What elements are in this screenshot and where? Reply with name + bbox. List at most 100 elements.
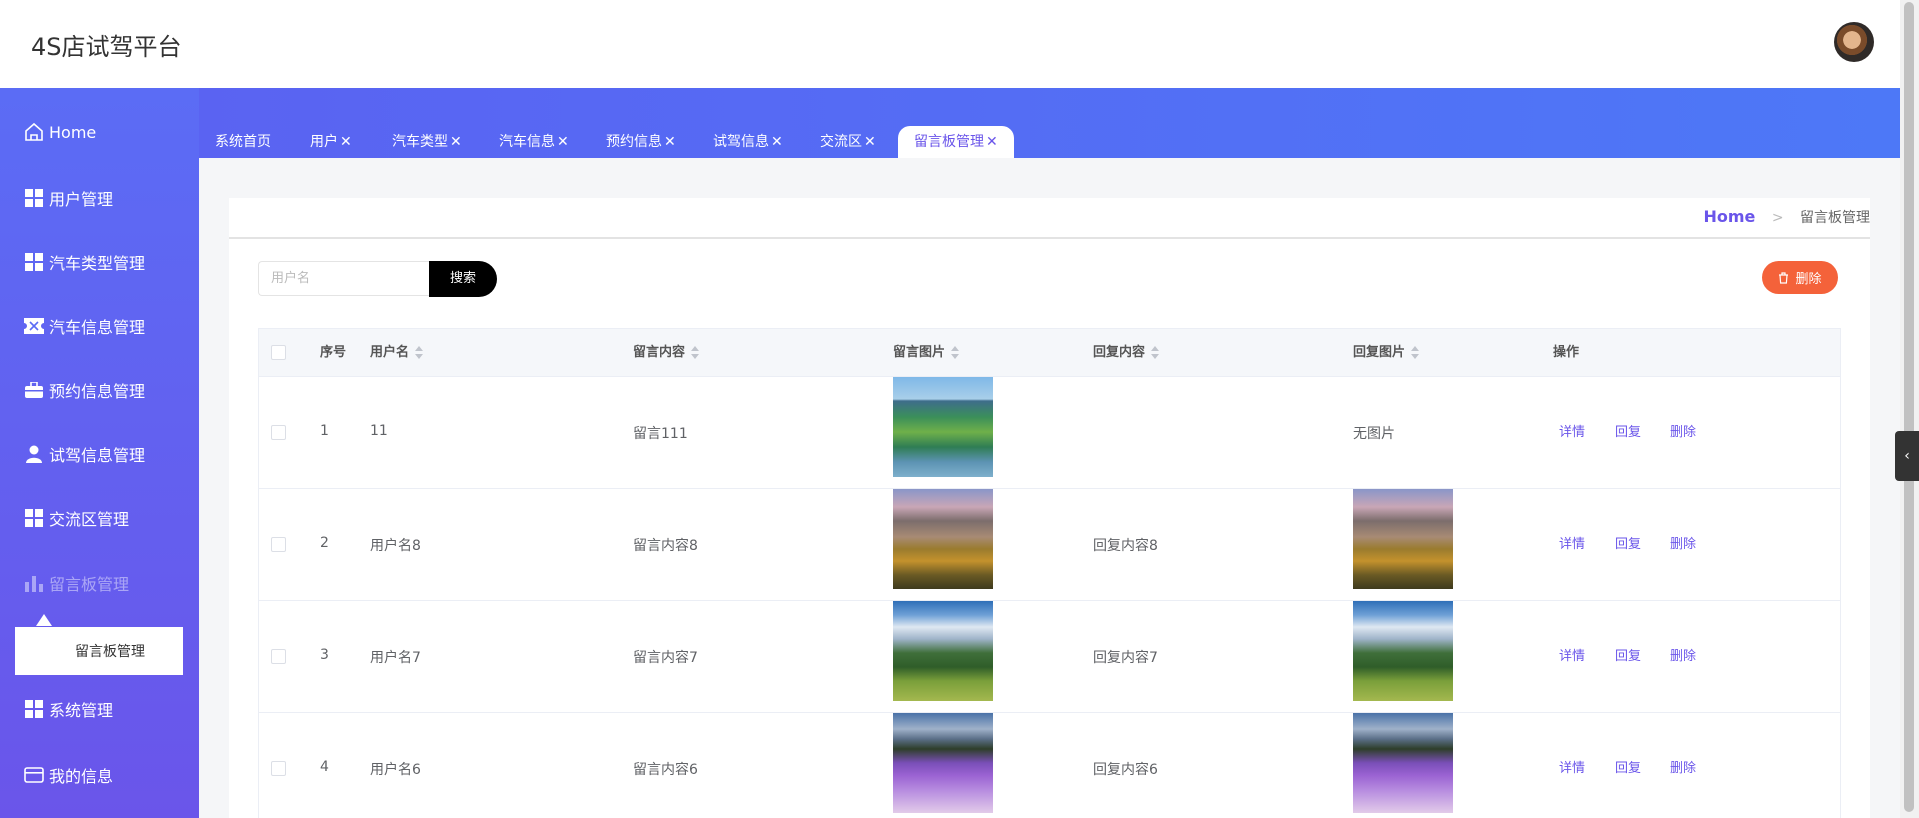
tab-car-info[interactable]: 汽车信息 ✕: [499, 126, 569, 158]
close-icon[interactable]: ✕: [450, 134, 462, 150]
tab-reservations[interactable]: 预约信息 ✕: [606, 126, 676, 158]
delete-button[interactable]: 删除: [1762, 261, 1838, 294]
grid-icon: [23, 698, 45, 720]
sidebar-item-car-info[interactable]: 汽车信息管理: [0, 306, 199, 346]
grid-icon: [23, 507, 45, 529]
message-image[interactable]: [893, 601, 993, 701]
sidebar-item-test-drive[interactable]: 试驾信息管理: [0, 434, 199, 474]
close-icon[interactable]: ✕: [557, 134, 569, 150]
sidebar-item-reservations[interactable]: 预约信息管理: [0, 370, 199, 410]
header-username[interactable]: 用户名: [370, 329, 424, 376]
close-icon[interactable]: ✕: [986, 134, 998, 150]
sidebar-item-message-board[interactable]: 留言板管理: [0, 563, 199, 603]
search-input[interactable]: [258, 261, 429, 296]
home-icon: [23, 121, 45, 143]
reply-button[interactable]: 回复: [1615, 757, 1641, 776]
cell-content: 留言内容6: [633, 762, 698, 778]
close-icon[interactable]: ✕: [864, 134, 876, 150]
header-image[interactable]: 留言图片: [893, 329, 960, 376]
tab-label: 汽车信息: [499, 134, 555, 150]
reply-image[interactable]: [1353, 601, 1453, 701]
sort-icon[interactable]: [1411, 345, 1420, 360]
reply-image[interactable]: [1353, 713, 1453, 813]
row-delete-button[interactable]: 删除: [1670, 533, 1696, 552]
cell-index: 2: [320, 535, 329, 551]
detail-button[interactable]: 详情: [1559, 645, 1585, 664]
sidebar-item-home[interactable]: Home: [0, 112, 199, 152]
reply-image[interactable]: [1353, 489, 1453, 589]
reply-button[interactable]: 回复: [1615, 645, 1641, 664]
sidebar-item-my-info[interactable]: 我的信息: [0, 755, 199, 795]
cell-reply: 回复内容7: [1093, 650, 1158, 666]
header-content[interactable]: 留言内容: [633, 329, 700, 376]
sort-icon[interactable]: [1151, 345, 1160, 360]
sidebar-item-label: 预约信息管理: [49, 382, 146, 401]
close-icon[interactable]: ✕: [771, 134, 783, 150]
row-delete-button[interactable]: 删除: [1670, 645, 1696, 664]
header-index: 序号: [320, 345, 347, 360]
message-image[interactable]: [893, 377, 993, 477]
cell-content: 留言内容7: [633, 650, 698, 666]
reply-button[interactable]: 回复: [1615, 533, 1641, 552]
header-label: 留言图片: [893, 345, 946, 360]
tab-label: 汽车类型: [392, 134, 448, 150]
detail-button[interactable]: 详情: [1559, 533, 1585, 552]
header-reply[interactable]: 回复内容: [1093, 329, 1160, 376]
reply-button[interactable]: 回复: [1615, 421, 1641, 440]
sidebar-item-users[interactable]: 用户管理: [0, 178, 199, 218]
sort-icon[interactable]: [691, 345, 700, 360]
detail-button[interactable]: 详情: [1559, 421, 1585, 440]
submenu-pointer: [36, 614, 52, 626]
sort-icon[interactable]: [951, 345, 960, 360]
header-reply-image[interactable]: 回复图片: [1353, 329, 1420, 376]
sidebar-item-system[interactable]: 系统管理: [0, 689, 199, 729]
cell-reply: 回复内容8: [1093, 538, 1158, 554]
page-scrollbar-thumb[interactable]: [1904, 2, 1914, 812]
cell-username: 用户名7: [370, 650, 421, 666]
cell-username: 11: [370, 423, 388, 439]
row-checkbox[interactable]: [271, 761, 286, 776]
collapse-panel-button[interactable]: ‹: [1895, 431, 1919, 481]
sidebar-item-label: 交流区管理: [49, 510, 130, 529]
app-title: 4S店试驾平台: [31, 33, 182, 61]
row-checkbox[interactable]: [271, 537, 286, 552]
breadcrumb: Home > 留言板管理: [1703, 207, 1870, 227]
ticket-icon: [23, 315, 45, 337]
search-button[interactable]: 搜索: [429, 261, 497, 297]
tab-users[interactable]: 用户 ✕: [310, 126, 352, 158]
tab-label: 试驾信息: [713, 134, 769, 150]
tab-message-board[interactable]: 留言板管理 ✕: [898, 126, 1014, 158]
cell-username: 用户名8: [370, 538, 421, 554]
bar-chart-icon: [23, 572, 45, 594]
detail-button[interactable]: 详情: [1559, 757, 1585, 776]
sidebar-item-forum[interactable]: 交流区管理: [0, 498, 199, 538]
row-checkbox[interactable]: [271, 649, 286, 664]
breadcrumb-divider: [229, 237, 1870, 239]
select-all-checkbox[interactable]: [271, 345, 286, 360]
sort-icon[interactable]: [415, 345, 424, 360]
cell-reply: 回复内容6: [1093, 762, 1158, 778]
close-icon[interactable]: ✕: [664, 134, 676, 150]
briefcase-icon: [23, 379, 45, 401]
table-row: 4 用户名6 留言内容6 回复内容6 详情 回复 删除: [259, 712, 1840, 818]
row-checkbox[interactable]: [271, 425, 286, 440]
row-delete-button[interactable]: 删除: [1670, 757, 1696, 776]
tab-test-drive[interactable]: 试驾信息 ✕: [713, 126, 783, 158]
submenu-item-message-board[interactable]: 留言板管理: [15, 627, 183, 675]
tab-home[interactable]: 系统首页: [215, 126, 271, 158]
close-icon[interactable]: ✕: [340, 134, 352, 150]
breadcrumb-home-link[interactable]: Home: [1703, 207, 1755, 226]
tab-label: 用户: [310, 134, 338, 150]
avatar[interactable]: [1834, 22, 1874, 62]
tab-forum[interactable]: 交流区 ✕: [820, 126, 876, 158]
row-delete-button[interactable]: 删除: [1670, 421, 1696, 440]
sidebar-item-label: 汽车类型管理: [49, 254, 146, 273]
table-header: 序号 用户名 留言内容 留言图片 回复内容 回复图片 操作: [259, 329, 1840, 377]
tab-label: 系统首页: [215, 134, 271, 150]
sidebar-item-car-types[interactable]: 汽车类型管理: [0, 242, 199, 282]
message-image[interactable]: [893, 489, 993, 589]
header-label: 回复内容: [1093, 345, 1146, 360]
header-label: 留言内容: [633, 345, 686, 360]
tab-car-types[interactable]: 汽车类型 ✕: [392, 126, 462, 158]
message-image[interactable]: [893, 713, 993, 813]
